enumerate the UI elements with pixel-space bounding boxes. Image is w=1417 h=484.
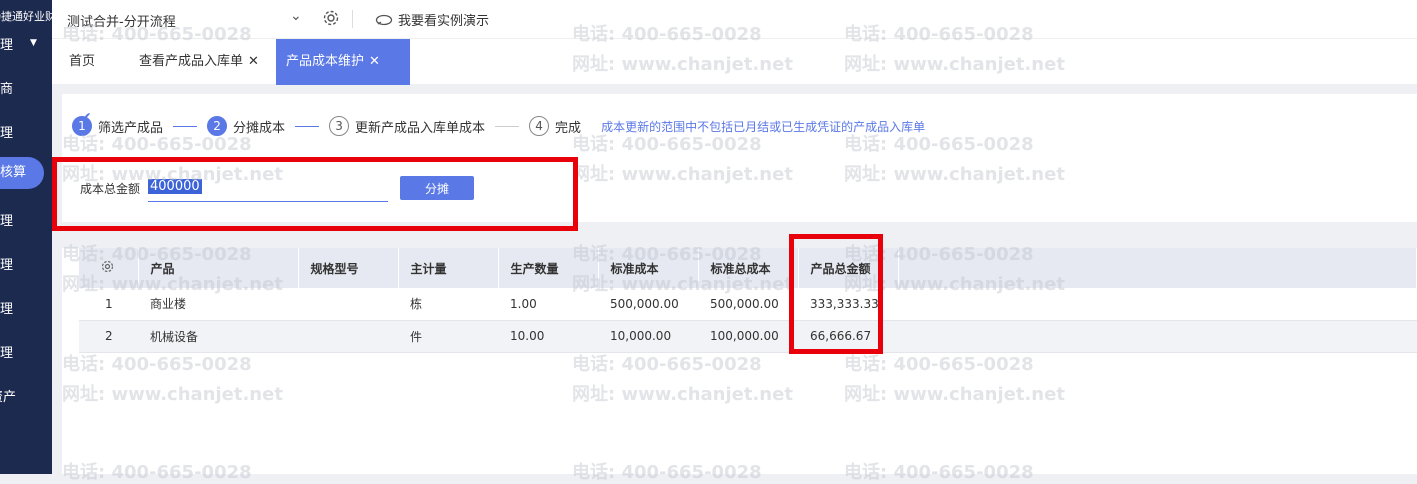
check-icon: ✔ xyxy=(80,110,92,126)
cell-product-total[interactable]: 66,666.67 xyxy=(798,320,898,353)
cell-filler xyxy=(898,288,1417,321)
column-header-product-total[interactable]: 产品总金额 xyxy=(798,248,899,288)
section-divider xyxy=(62,222,1417,248)
sidebar-item-8[interactable]: 理 xyxy=(0,342,13,361)
sidebar-item-assets[interactable]: 资产 xyxy=(0,386,16,405)
cell-product-total[interactable]: 333,333.33 xyxy=(798,288,898,321)
cell-unit[interactable]: 件 xyxy=(398,320,498,353)
allocate-button[interactable]: 分摊 xyxy=(400,176,475,200)
tab-view-receipt[interactable]: 查看产成品入库单 ✕ xyxy=(139,39,259,85)
step-number: 3 xyxy=(329,116,350,136)
cell-unit[interactable]: 栋 xyxy=(398,288,498,321)
column-header-unit[interactable]: 主计量 xyxy=(398,248,499,288)
step-label: 筛选产成品 xyxy=(98,120,164,136)
column-settings[interactable] xyxy=(79,248,139,288)
column-header-std-cost[interactable]: 标准成本 xyxy=(598,248,699,288)
sidebar-brand: 畅捷通好业财 xyxy=(0,10,52,23)
table-row[interactable]: 2 机械设备 件 10.00 10,000.00 100,000.00 66,6… xyxy=(79,320,1417,353)
cell-std-cost[interactable]: 500,000.00 xyxy=(598,288,698,321)
column-header-quantity[interactable]: 生产数量 xyxy=(498,248,599,288)
step-connector xyxy=(295,125,320,127)
demo-label: 我要看实例演示 xyxy=(398,14,490,29)
sidebar-item-3[interactable]: 理 xyxy=(0,122,13,141)
cell-std-total[interactable]: 100,000.00 xyxy=(698,320,798,353)
cell-filler xyxy=(898,320,1417,353)
step-number: 4 xyxy=(529,116,550,136)
tab-product-cost[interactable]: 产品成本维护 ✕ xyxy=(276,39,410,85)
row-index: 1 xyxy=(79,288,138,321)
tab-product-cost-label: 产品成本维护 xyxy=(286,54,365,69)
main-content: 1 ✔ 筛选产成品 2 分摊成本 3 更新产成品入库单成本 4 完成 成本更新的… xyxy=(62,94,1417,474)
cell-std-cost[interactable]: 10,000.00 xyxy=(598,320,698,353)
cell-product[interactable]: 机械设备 xyxy=(138,320,298,353)
step-connector xyxy=(173,125,198,127)
cell-product[interactable]: 商业楼 xyxy=(138,288,298,321)
tab-view-receipt-label: 查看产成品入库单 xyxy=(139,54,244,69)
cell-quantity[interactable]: 1.00 xyxy=(498,288,598,321)
demo-link[interactable]: 我要看实例演示 xyxy=(375,10,489,29)
divider xyxy=(352,10,353,28)
sidebar-item-1[interactable]: 理 xyxy=(0,34,13,53)
tab-home[interactable]: 首页 xyxy=(69,39,95,85)
column-header-std-total[interactable]: 标准总成本 xyxy=(698,248,799,288)
cost-total-input[interactable]: 400000 xyxy=(148,174,389,202)
step-3: 3 更新产成品入库单成本 xyxy=(329,116,485,136)
table-row[interactable]: 1 商业楼 栋 1.00 500,000.00 500,000.00 333,3… xyxy=(79,288,1417,321)
tab-bar: 首页 查看产成品入库单 ✕ 产品成本维护 ✕ xyxy=(52,38,1417,85)
chevron-down-icon[interactable]: ⌄ xyxy=(290,8,302,24)
sidebar-item-2[interactable]: 商 xyxy=(0,78,13,97)
steps-bar: 1 ✔ 筛选产成品 2 分摊成本 3 更新产成品入库单成本 4 完成 成本更新的… xyxy=(72,110,926,136)
step-number: 2 xyxy=(207,116,228,136)
step-note: 成本更新的范围中不包括已月结或已生成凭证的产成品入库单 xyxy=(601,119,926,134)
cost-total-value: 400000 xyxy=(148,179,202,194)
sidebar-item-7[interactable]: 理 xyxy=(0,298,13,317)
column-header-spec[interactable]: 规格型号 xyxy=(298,248,399,288)
sidebar: 畅捷通好业财 理 ▼ 商 理 核算 理 理 理 理 资产 xyxy=(0,0,52,474)
sidebar-item-accounting[interactable]: 核算 xyxy=(0,157,44,189)
cell-spec[interactable] xyxy=(298,288,398,321)
step-2: 2 分摊成本 xyxy=(207,116,285,136)
column-header-filler xyxy=(898,248,1417,288)
step-4: 4 完成 xyxy=(529,116,581,136)
cost-total-label: 成本总金额 xyxy=(80,181,141,196)
demo-icon xyxy=(375,14,393,25)
chevron-down-icon[interactable]: ▼ xyxy=(30,38,37,48)
table-header-row: 产品 规格型号 主计量 生产数量 标准成本 标准总成本 产品总金额 xyxy=(79,248,1417,288)
step-label: 更新产成品入库单成本 xyxy=(355,120,486,136)
cell-quantity[interactable]: 10.00 xyxy=(498,320,598,353)
account-select[interactable]: 测试合并-分开流程 xyxy=(67,11,176,30)
cost-row: 成本总金额 400000 分摊 xyxy=(80,174,475,202)
step-connector xyxy=(495,125,520,127)
step-label: 分摊成本 xyxy=(233,120,286,136)
close-icon[interactable]: ✕ xyxy=(248,54,259,69)
gear-icon[interactable] xyxy=(322,9,340,31)
sidebar-item-6[interactable]: 理 xyxy=(0,254,13,273)
close-icon[interactable]: ✕ xyxy=(369,54,380,69)
tab-home-label: 首页 xyxy=(69,54,96,69)
step-1: 1 ✔ 筛选产成品 xyxy=(72,110,164,136)
product-cost-table: 产品 规格型号 主计量 生产数量 标准成本 标准总成本 产品总金额 1 商业楼 … xyxy=(79,248,1417,353)
cell-std-total[interactable]: 500,000.00 xyxy=(698,288,798,321)
gear-icon[interactable] xyxy=(101,260,114,273)
top-bar: 测试合并-分开流程 ⌄ 我要看实例演示 xyxy=(52,0,1417,38)
column-header-product[interactable]: 产品 xyxy=(138,248,299,288)
cell-spec[interactable] xyxy=(298,320,398,353)
sidebar-item-5[interactable]: 理 xyxy=(0,210,13,229)
row-index: 2 xyxy=(79,320,138,353)
step-label: 完成 xyxy=(555,120,582,136)
